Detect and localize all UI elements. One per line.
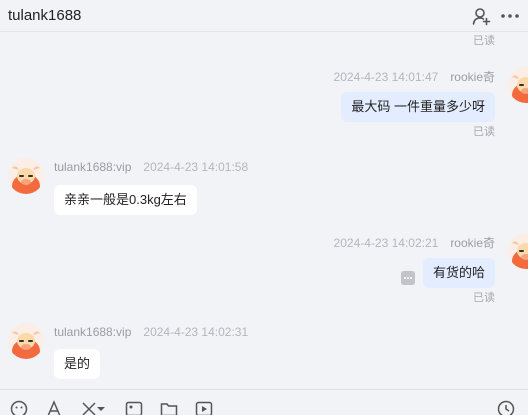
avatar[interactable] [508,67,528,103]
chat-header: tulank1688 [0,0,528,32]
message-bubble[interactable]: 最大码 一件重量多少呀 [341,92,495,122]
image-icon[interactable] [125,400,143,415]
chat-title: tulank1688 [8,7,82,24]
sender-name: rookie奇 [450,236,495,250]
message-bubble[interactable]: 有货的哈 [422,258,495,288]
avatar[interactable] [8,158,44,194]
read-receipt: 已读 [473,126,495,138]
message-time: 2024-4-23 14:02:31 [143,325,249,339]
message-time: 2024-4-23 14:01:47 [333,70,439,84]
chat-window: tulank1688 已读 2024-4-23 14:01:47 rookie奇 [0,0,528,415]
message-bubble[interactable]: 亲亲一般是0.3kg左右 [54,185,197,215]
message-time: 2024-4-23 14:02:21 [333,236,439,250]
input-toolbar [0,389,528,415]
dropdown-icon[interactable] [96,400,106,415]
folder-icon[interactable] [160,400,178,415]
message-list[interactable]: 已读 2024-4-23 14:01:47 rookie奇 最大码 一件重量多少呀… [0,32,528,389]
sender-name: rookie奇 [450,70,495,84]
history-icon[interactable] [497,400,515,415]
avatar[interactable] [508,233,528,269]
comment-icon[interactable] [401,271,415,285]
read-receipt: 已读 [473,35,495,47]
message-meta: 2024-4-23 14:01:47 rookie奇 [334,68,495,85]
message-meta: tulank1688:vip 2024-4-23 14:01:58 [54,160,248,174]
more-icon[interactable] [500,6,520,26]
emoji-icon[interactable] [10,400,28,415]
message-time: 2024-4-23 14:01:58 [143,160,249,174]
message-meta: 2024-4-23 14:02:21 rookie奇 [334,234,495,251]
video-icon[interactable] [195,400,213,415]
add-user-icon[interactable] [471,6,491,26]
sender-name: tulank1688:vip [54,160,132,174]
avatar[interactable] [8,323,44,359]
sender-name: tulank1688:vip [54,325,132,339]
message-bubble[interactable]: 是的 [54,349,101,379]
read-receipt: 已读 [473,292,495,304]
font-icon[interactable] [45,400,63,415]
message-meta: tulank1688:vip 2024-4-23 14:02:31 [54,325,248,339]
